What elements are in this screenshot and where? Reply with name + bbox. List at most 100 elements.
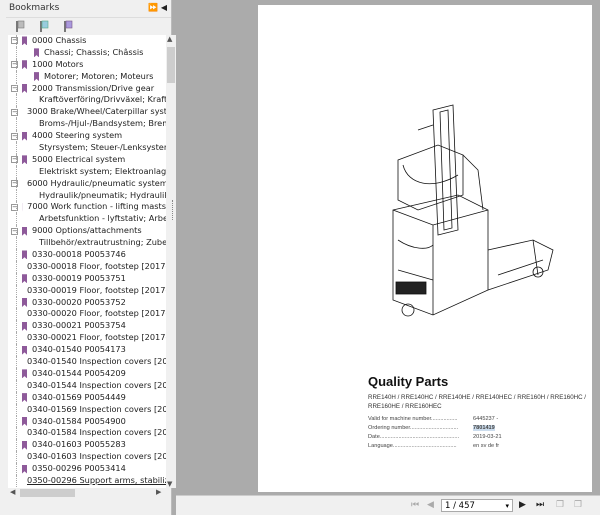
previous-view-icon[interactable]: ❐ <box>556 500 564 510</box>
pdf-page: Quality Parts RRE140H / RRE140HC / RRE14… <box>258 5 592 492</box>
bookmark-item[interactable]: 0330-00020 Floor, footstep [2017- <box>8 308 166 321</box>
bookmark-label: 0350-00296 P0053414 <box>32 463 126 474</box>
bookmark-label: 3000 Brake/Wheel/Caterpillar syste <box>27 106 166 117</box>
bookmark-item[interactable]: 0330-00021 Floor, footstep [2017- <box>8 332 166 345</box>
bookmark-icon <box>22 84 27 93</box>
field-value: en sv de fr <box>473 443 500 449</box>
bookmark-icon <box>22 416 27 426</box>
bookmark-label: 1000 Motors <box>32 58 84 69</box>
bookmark-item[interactable]: Styrsystem; Steuer-/Lenksyster <box>8 142 166 154</box>
bookmark-item[interactable]: Motorer; Motoren; Moteurs <box>8 70 166 83</box>
previous-page-icon[interactable]: ◀ <box>427 500 434 510</box>
next-view-icon[interactable]: ❐ <box>574 500 582 510</box>
bookmarks-title: Bookmarks <box>9 3 60 13</box>
bookmark-label: 0340-01569 Inspection covers [20 <box>27 403 166 414</box>
new-bookmark-icon[interactable] <box>62 19 74 33</box>
bookmarks-tree: −0000 Chassis Chassi; Chassis; Châssis −10… <box>8 35 166 488</box>
horizontal-scrollbar[interactable]: ◀ ▶ <box>8 488 166 498</box>
bookmark-item[interactable]: 0340-01603 Inspection covers [20 <box>8 451 166 464</box>
vertical-scrollbar[interactable]: ▲ ▼ <box>166 35 176 488</box>
bookmark-label: 0340-01584 Inspection covers [20 <box>27 427 166 438</box>
bookmark-label: Chassi; Chassis; Châssis <box>44 46 144 57</box>
info-field: Ordering number.........................… <box>368 425 568 431</box>
info-field: Language................................… <box>368 443 568 449</box>
bookmark-label: 0340-01603 Inspection covers [20 <box>27 451 166 462</box>
bookmark-item[interactable]: 0350-00296 Support arms, stabilize <box>8 474 166 487</box>
bookmark-options-icon[interactable] <box>14 19 26 33</box>
bookmark-item[interactable]: 0340-01540 Inspection covers [20 <box>8 356 166 368</box>
bookmark-item[interactable]: Broms-/Hjul-/Bandsystem; Brem <box>8 118 166 131</box>
bookmark-item[interactable]: Chassi; Chassis; Châssis <box>8 46 166 59</box>
bookmark-item[interactable]: Kraftöverföring/Drivväxel; Kraftü <box>8 94 166 107</box>
bookmark-label: 5000 Electrical system <box>32 153 126 164</box>
panel-controls[interactable]: ⏩ ◀ <box>148 3 167 12</box>
bookmark-label: 0000 Chassis <box>32 35 87 45</box>
bookmark-label: 0330-00018 P0053746 <box>32 249 126 260</box>
bookmark-label: 0330-00021 Floor, footstep [2017- <box>27 332 166 343</box>
bookmark-item[interactable]: 0330-00018 Floor, footstep [2017- <box>8 260 166 273</box>
bookmark-icon <box>22 369 27 379</box>
bookmark-icon <box>22 60 27 70</box>
next-page-icon[interactable]: ▶ <box>519 500 526 510</box>
bookmark-label: 0340-01540 P0054173 <box>32 344 126 355</box>
field-label: Language................................… <box>368 443 457 449</box>
bookmark-item[interactable]: Hydraulik/pneumatik; Hydraulika <box>8 189 166 202</box>
bookmark-item[interactable]: −9000 Options/attachments <box>8 225 166 238</box>
bookmark-item[interactable]: −3000 Brake/Wheel/Caterpillar syste <box>8 106 166 119</box>
first-page-icon[interactable]: ⏮ <box>411 500 419 510</box>
bookmark-item[interactable]: 0330-00020 P0053752 <box>8 296 166 309</box>
bookmark-item[interactable]: 0330-00019 P0053751 <box>8 272 166 285</box>
bookmarks-panel: Bookmarks ⏩ ◀ −0000 Chassis Chassi; Chass… <box>6 0 176 515</box>
bookmark-item[interactable]: −1000 Motors <box>8 58 166 71</box>
document-title: Quality Parts <box>368 374 449 389</box>
bookmark-item[interactable]: 0340-01584 P0054900 <box>8 415 166 428</box>
bookmark-icon <box>22 440 27 450</box>
bookmark-icon <box>22 274 27 284</box>
bookmark-item[interactable]: 0340-01544 Inspection covers [20 <box>8 379 166 392</box>
bookmark-icon <box>22 298 27 308</box>
bookmark-item[interactable]: 0330-00019 Floor, footstep [2017- <box>8 284 166 297</box>
bookmark-item[interactable]: 0330-00021 P0053754 <box>8 320 166 333</box>
page-number-input[interactable]: 1 / 457 ▾ <box>441 499 513 512</box>
bookmark-item[interactable]: −2000 Transmission/Drive gear <box>8 82 166 95</box>
bookmark-item[interactable]: 0340-01544 P0054209 <box>8 367 166 380</box>
bookmark-item[interactable]: 0340-01569 P0054449 <box>8 391 166 404</box>
field-value: 7801419 <box>473 425 495 431</box>
bookmark-item[interactable]: Arbetsfunktion - lyftstativ; Arbe <box>8 213 166 226</box>
field-label: Valid for machine number................… <box>368 416 458 422</box>
bookmark-item[interactable]: 0350-00296 P0053414 <box>8 463 166 475</box>
bookmark-label: 0330-00020 P0053752 <box>32 296 126 307</box>
model-list: RRE140H / RRE140HC / RRE140HE / RRE140HE… <box>368 394 587 410</box>
field-value: 2019-03-21 <box>473 434 502 440</box>
bookmark-label: 0330-00021 P0053754 <box>32 320 126 331</box>
bookmark-label: 0340-01584 P0054900 <box>32 415 126 426</box>
bookmark-item[interactable]: −6000 Hydraulic/pneumatic system <box>8 177 166 190</box>
bookmark-icon <box>22 155 27 165</box>
bookmark-item[interactable]: −5000 Electrical system <box>8 153 166 166</box>
bookmark-label: 2000 Transmission/Drive gear <box>32 82 155 93</box>
bookmark-label: 0330-00019 P0053751 <box>32 272 126 283</box>
chevron-down-icon[interactable]: ▾ <box>505 500 509 512</box>
expand-bookmark-icon[interactable] <box>38 19 50 33</box>
bookmark-item[interactable]: 0330-00018 P0053746 <box>8 249 166 261</box>
bookmark-item[interactable]: 0340-01584 Inspection covers [20 <box>8 427 166 440</box>
last-page-icon[interactable]: ⏭ <box>536 500 544 510</box>
field-label: Date....................................… <box>368 434 460 440</box>
bookmark-label: 0350-00296 Support arms, stabilize <box>27 474 166 485</box>
bookmark-icon <box>22 36 27 46</box>
bookmark-icon <box>34 72 39 82</box>
page-navigation-toolbar: ⏮ ◀ 1 / 457 ▾ ▶ ⏭ ❐ ❐ <box>176 495 600 515</box>
bookmark-item[interactable]: Elektriskt system; Elektroanlage <box>8 165 166 178</box>
bookmark-label: Elektriskt system; Elektroanlage <box>39 165 166 176</box>
bookmark-item[interactable]: −4000 Steering system <box>8 130 166 143</box>
bookmark-item[interactable]: −7000 Work function - lifting masts <box>8 201 166 214</box>
bookmark-item[interactable]: Tillbehör/extrautrustning; Zube <box>8 237 166 250</box>
bookmark-item[interactable]: 0340-01603 P0055283 <box>8 439 166 452</box>
bookmark-item[interactable]: −0000 Chassis <box>8 35 166 47</box>
bookmark-label: 0330-00020 Floor, footstep [2017- <box>27 308 166 319</box>
bookmark-label: Arbetsfunktion - lyftstativ; Arbe <box>39 213 166 224</box>
bookmark-item[interactable]: 0340-01540 P0054173 <box>8 344 166 357</box>
panel-splitter[interactable] <box>172 200 176 220</box>
bookmark-label: Kraftöverföring/Drivväxel; Kraftü <box>39 94 166 105</box>
bookmark-item[interactable]: 0340-01569 Inspection covers [20 <box>8 403 166 416</box>
